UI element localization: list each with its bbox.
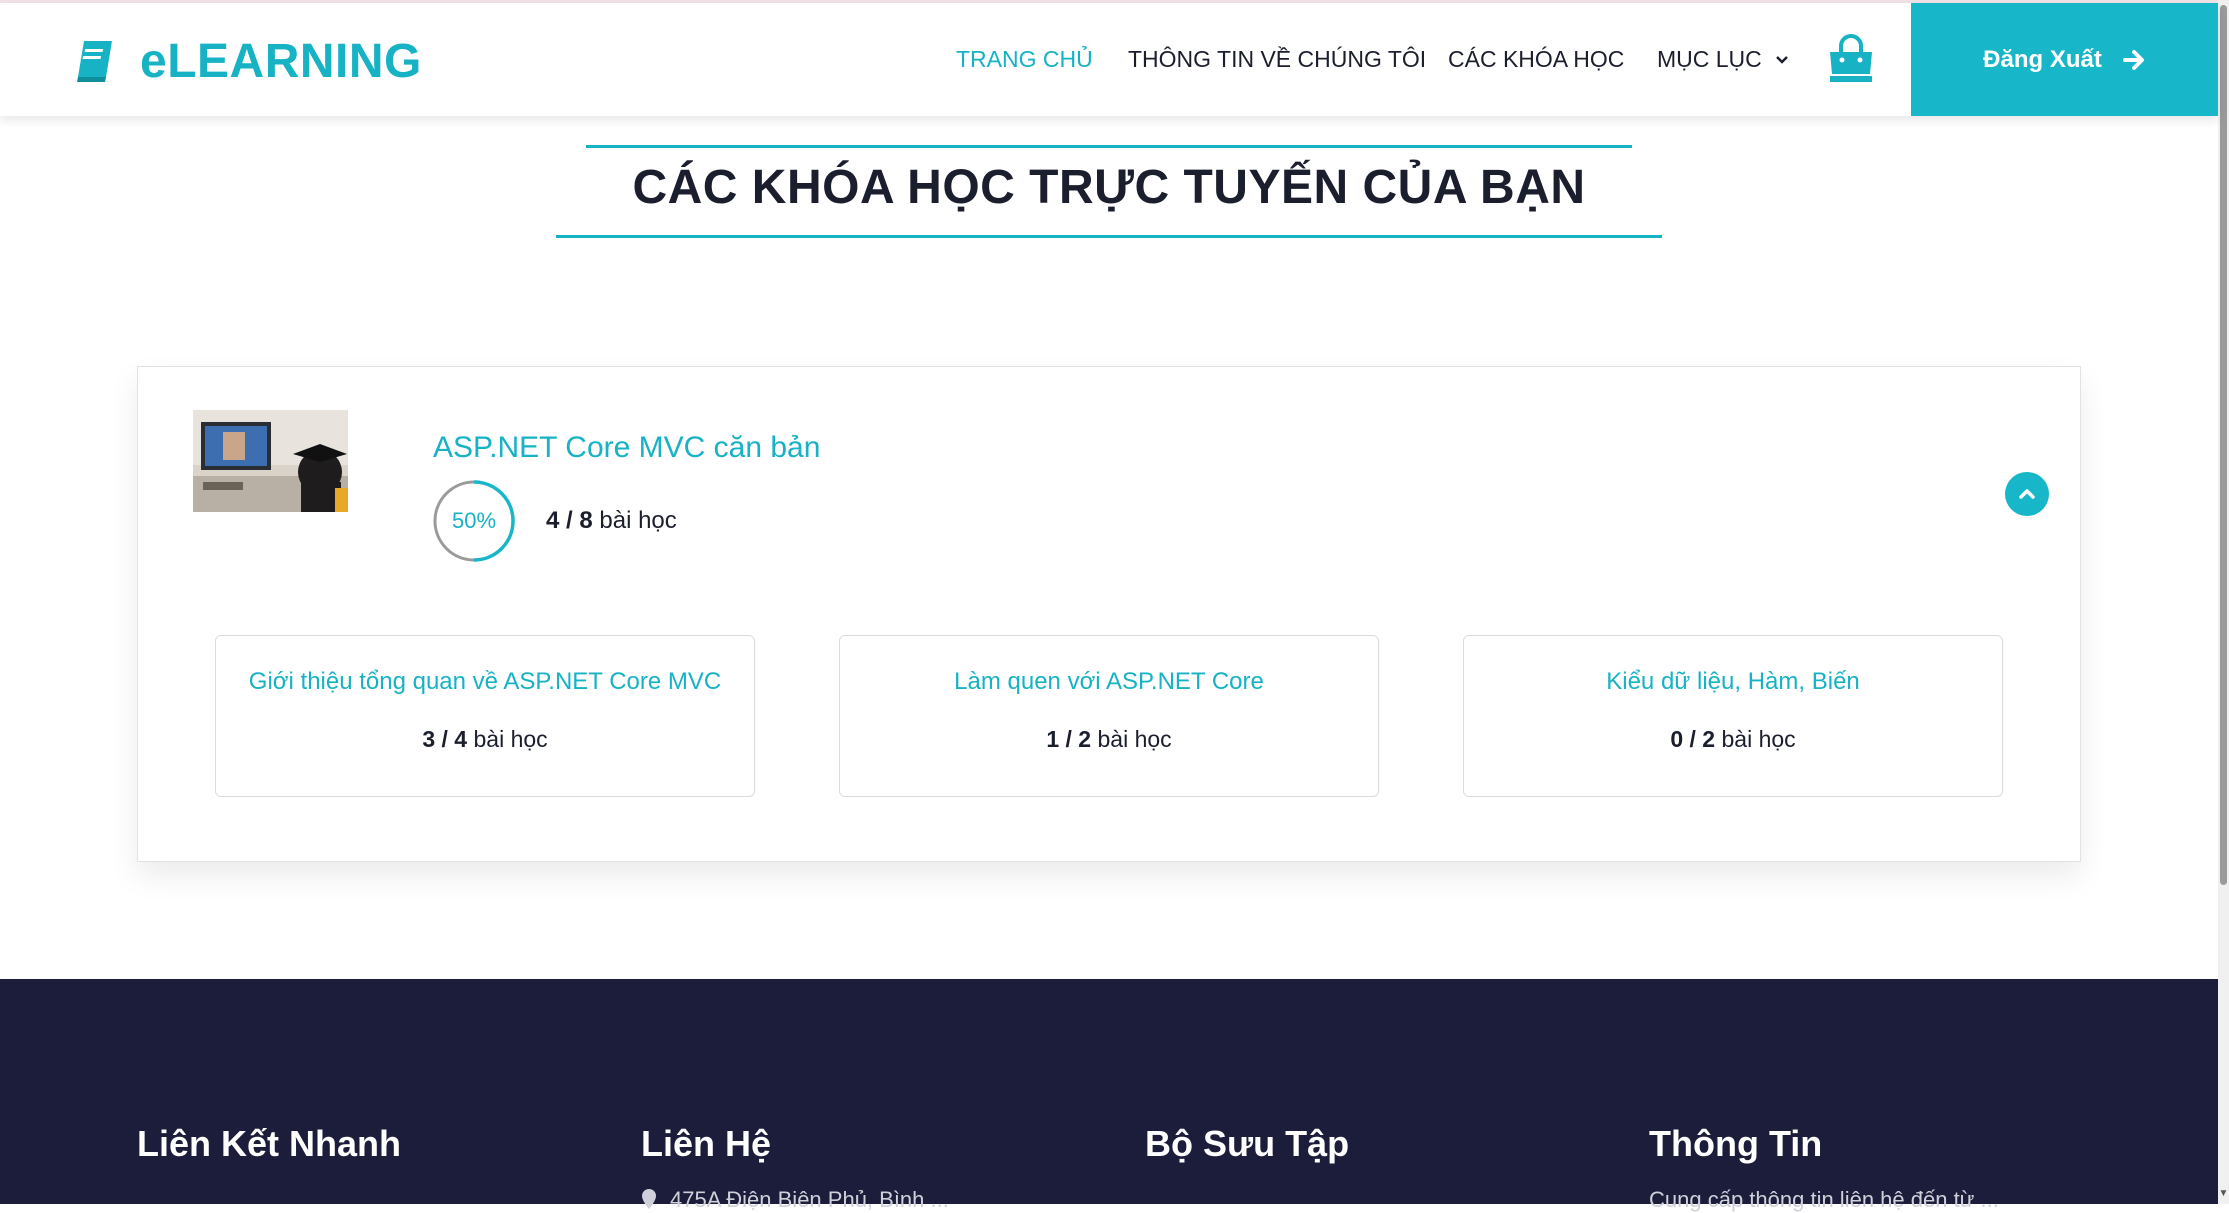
course-card: ASP.NET Core MVC căn bản 50% 4 / 8 bài h…	[137, 366, 2081, 862]
module-title: Giới thiệu tổng quan về ASP.NET Core MVC	[248, 668, 722, 695]
footer-heading-info: Thông Tin	[1649, 1123, 1823, 1164]
module-title: Kiểu dữ liệu, Hàm, Biến	[1606, 668, 1860, 695]
footer-contact-address: 475A Điện Biên Phủ, Bình ...	[670, 1187, 949, 1212]
module-lesson-count: 1 / 2 bài học	[840, 726, 1378, 753]
module-count-value: 1 / 2	[1046, 726, 1092, 752]
footer-info-text: Cung cấp thông tin liên hệ đến từ ...	[1649, 1187, 1999, 1212]
module-lesson-count: 0 / 2 bài học	[1464, 726, 2002, 753]
module-card[interactable]: Làm quen với ASP.NET Core 1 / 2 bài học	[839, 635, 1379, 797]
arrow-right-icon	[2122, 49, 2144, 70]
lessons-suffix: bài học	[599, 507, 677, 534]
module-count-suffix: bài học	[473, 726, 548, 752]
nav-home[interactable]: TRANG CHỦ	[956, 3, 1093, 116]
scrollbar-thumb[interactable]	[2220, 5, 2227, 885]
module-title: Làm quen với ASP.NET Core	[954, 668, 1264, 695]
site-footer: Liên Kết Nhanh Liên Hệ Bộ Sưu Tập Thông …	[0, 979, 2218, 1212]
module-count-suffix: bài học	[1721, 726, 1796, 752]
collapse-toggle-button[interactable]	[2005, 472, 2049, 516]
footer-heading-contact: Liên Hệ	[641, 1123, 772, 1164]
lessons-done: 4 / 8	[546, 507, 593, 534]
site-header: eLEARNING TRANG CHỦ THÔNG TIN VỀ CHÚNG T…	[0, 3, 2218, 116]
module-lesson-count: 3 / 4 bài học	[216, 726, 754, 753]
logo-text: eLEARNING	[140, 34, 422, 88]
nav-menu-dropdown[interactable]: MỤC LỤC	[1657, 3, 1790, 116]
footer-heading-quick-links: Liên Kết Nhanh	[137, 1123, 402, 1164]
chevron-down-icon	[1775, 55, 1788, 64]
nav-about[interactable]: THÔNG TIN VỀ CHÚNG TÔI	[1128, 3, 1426, 116]
progress-percent: 50%	[451, 508, 497, 533]
course-lesson-count: 4 / 8 bài học	[546, 507, 677, 535]
logout-button[interactable]: Đăng Xuất	[1911, 3, 2218, 116]
module-card[interactable]: Giới thiệu tổng quan về ASP.NET Core MVC…	[215, 635, 755, 797]
title-divider-top	[586, 145, 1632, 148]
logout-label: Đăng Xuất	[1983, 45, 2102, 73]
module-card[interactable]: Kiểu dữ liệu, Hàm, Biến 0 / 2 bài học	[1463, 635, 2003, 797]
site-logo[interactable]: eLEARNING	[70, 31, 422, 91]
course-thumbnail[interactable]	[193, 410, 348, 512]
nav-menu-label: MỤC LỤC	[1657, 46, 1762, 72]
footer-heading-gallery: Bộ Sưu Tập	[1145, 1123, 1350, 1164]
book-icon	[77, 41, 112, 82]
course-name[interactable]: ASP.NET Core MVC căn bản	[433, 431, 820, 465]
map-marker-icon	[642, 1189, 656, 1209]
page-title: CÁC KHÓA HỌC TRỰC TUYẾN CỦA BẠN	[632, 161, 1586, 214]
module-count-suffix: bài học	[1097, 726, 1172, 752]
module-count-value: 0 / 2	[1670, 726, 1716, 752]
module-count-value: 3 / 4	[422, 726, 468, 752]
scroll-down-arrow-icon[interactable]: ▼	[2218, 1188, 2229, 1204]
shopping-bag-icon[interactable]	[1824, 34, 1878, 88]
nav-courses[interactable]: CÁC KHÓA HỌC	[1448, 3, 1624, 116]
chevron-up-icon	[2019, 489, 2035, 499]
title-divider-bottom	[556, 235, 1662, 238]
